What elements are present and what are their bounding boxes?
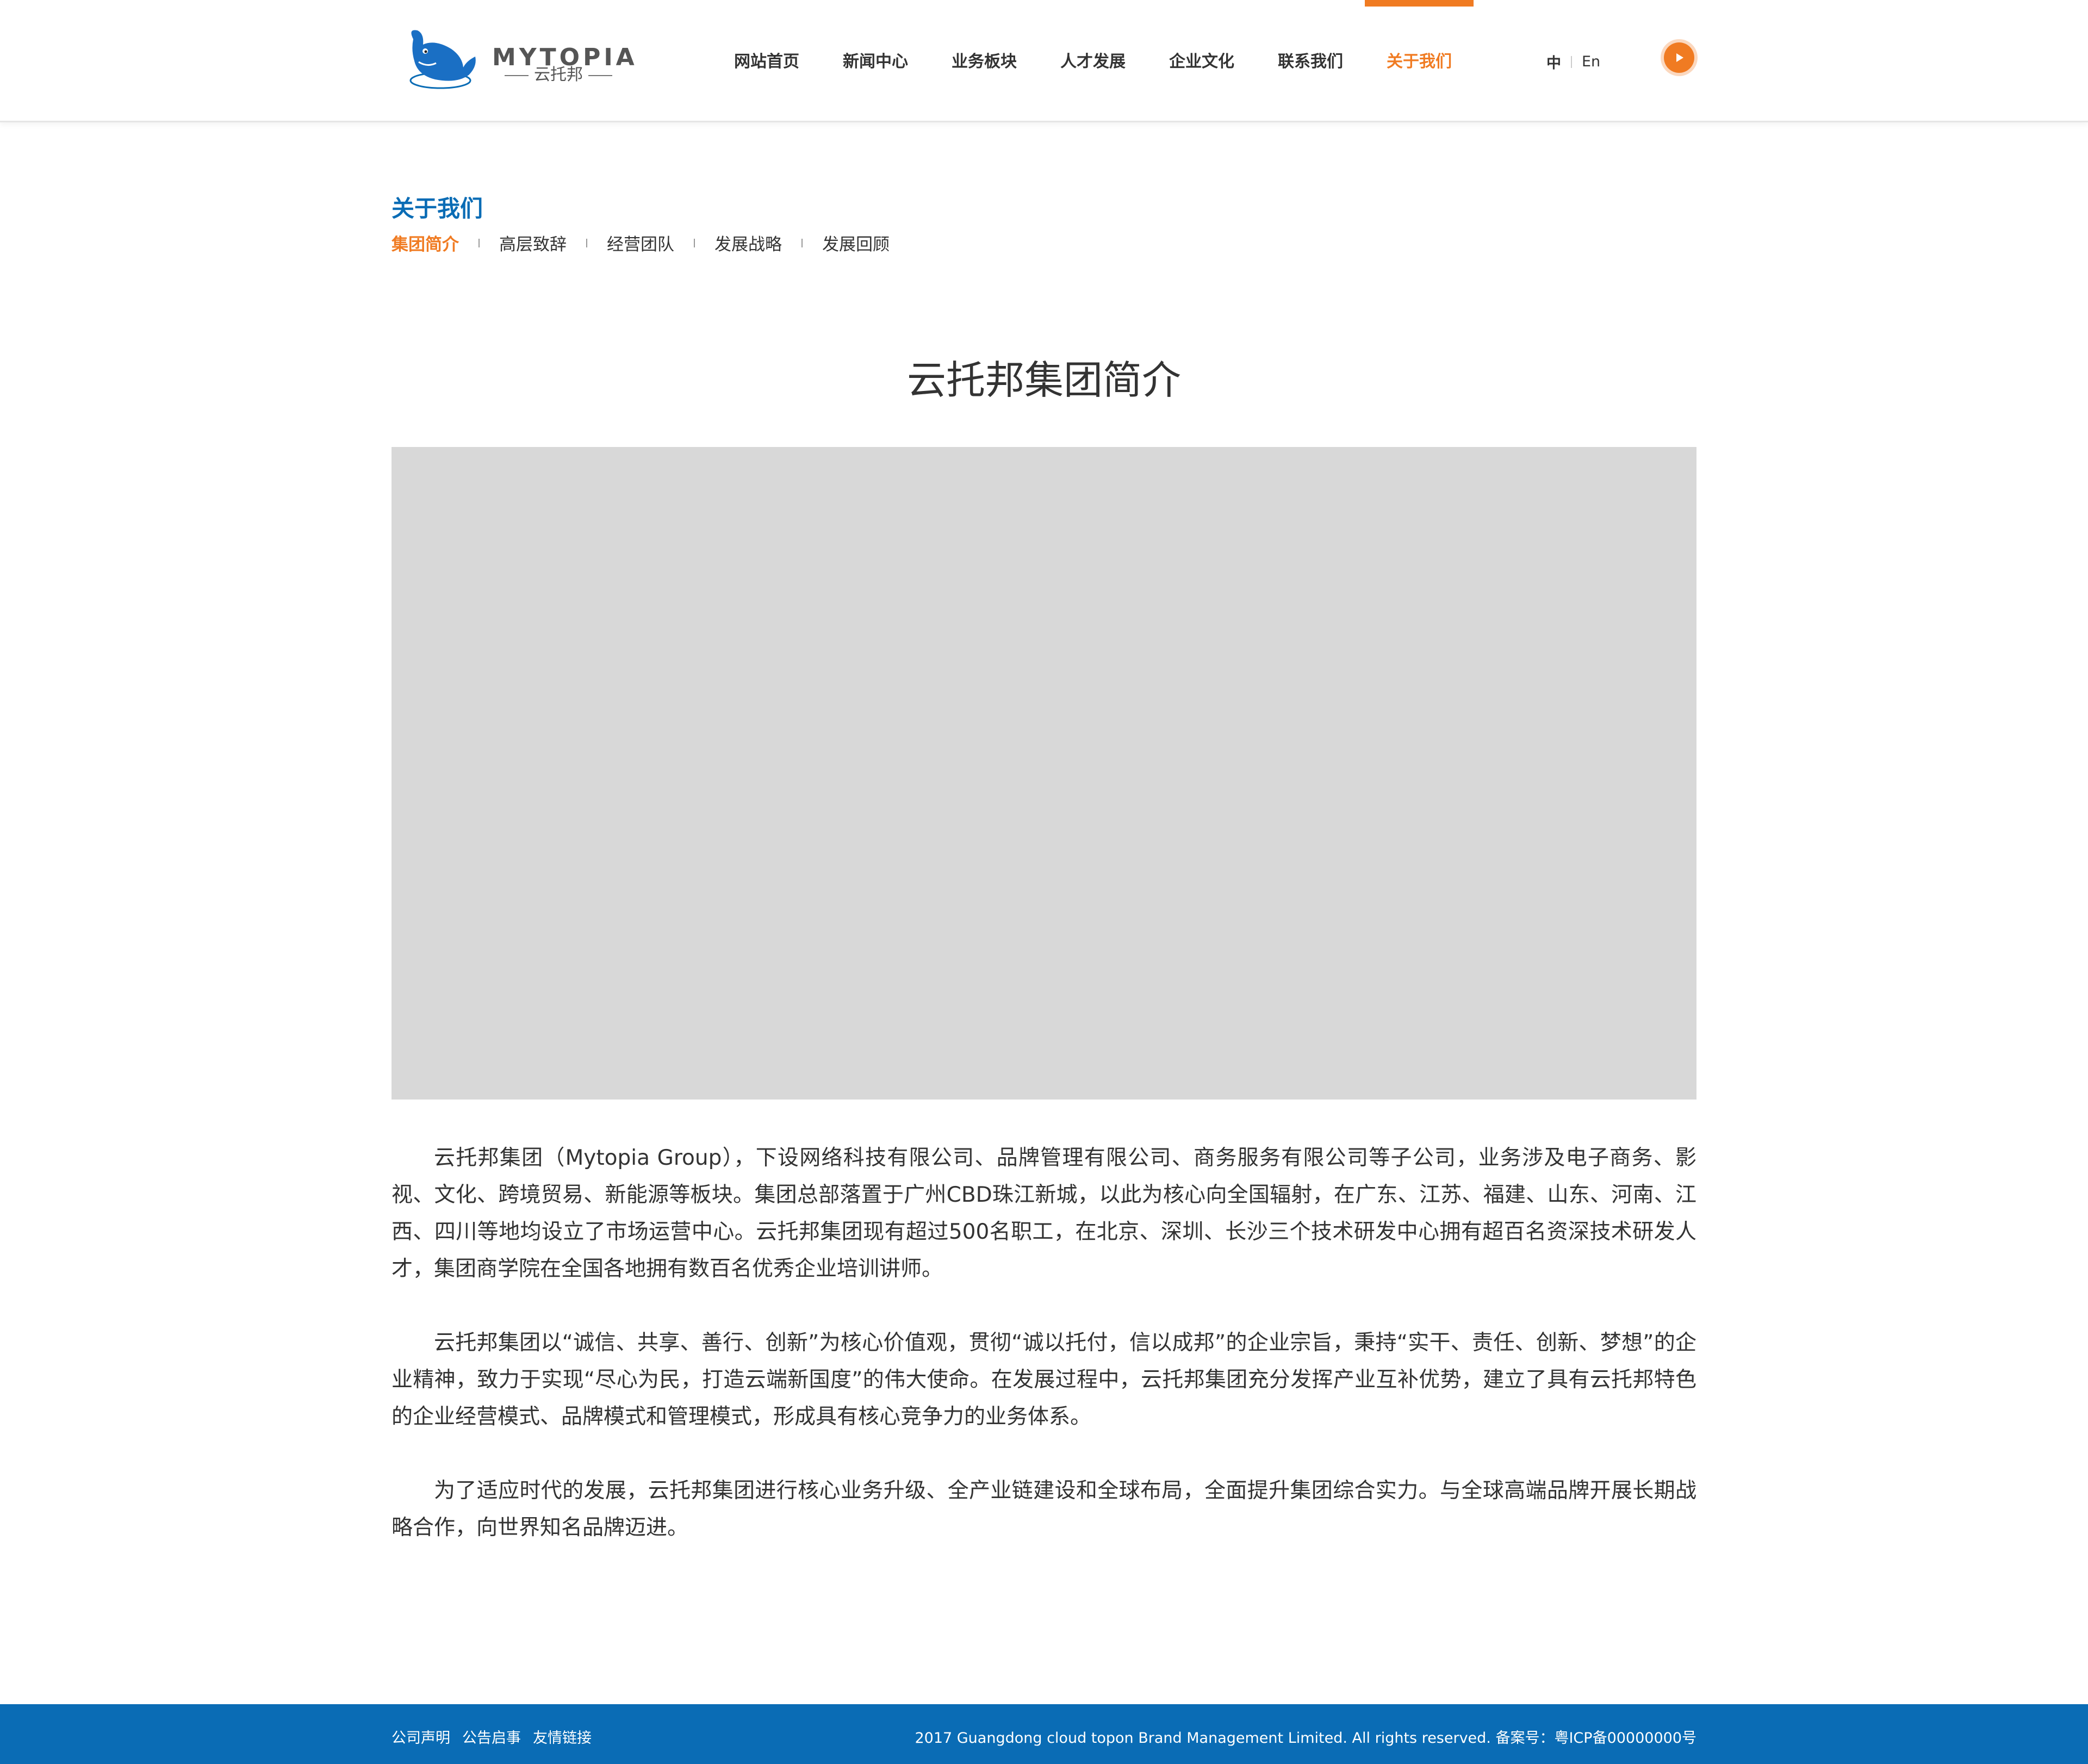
subnav-item-executive-message[interactable]: 高层致辞 bbox=[499, 231, 567, 255]
lang-zh-link[interactable]: 中 bbox=[1546, 51, 1561, 72]
footer-link-statement[interactable]: 公司声明 bbox=[391, 1726, 450, 1747]
play-button[interactable] bbox=[1664, 42, 1694, 73]
subnav-item-management-team[interactable]: 经营团队 bbox=[607, 231, 674, 255]
intro-paragraph: 云托邦集团以“诚信、共享、善行、创新”为核心价值观，贯彻“诚以托付，信以成邦”的… bbox=[391, 1331, 1696, 1429]
subnav-divider bbox=[694, 238, 695, 247]
subnav-divider bbox=[801, 238, 803, 247]
nav-item-business[interactable]: 业务板块 bbox=[930, 0, 1039, 121]
subnav-divider bbox=[586, 238, 587, 247]
copyright-text: 2017 Guangdong cloud topon Brand Managem… bbox=[915, 1730, 1696, 1747]
play-icon bbox=[1676, 53, 1683, 62]
footer-link-notices[interactable]: 公告启事 bbox=[462, 1726, 521, 1747]
footer-links: 公司声明 公告启事 友情链接 bbox=[391, 1726, 592, 1747]
nav-item-news[interactable]: 新闻中心 bbox=[821, 0, 930, 121]
nav-item-home[interactable]: 网站首页 bbox=[712, 0, 821, 121]
lang-divider bbox=[1571, 55, 1572, 68]
nav-item-about[interactable]: 关于我们 bbox=[1365, 0, 1474, 121]
subnav-item-history[interactable]: 发展回顾 bbox=[822, 231, 890, 255]
language-switcher: 中 En bbox=[1546, 51, 1600, 72]
subnav-item-strategy[interactable]: 发展战略 bbox=[714, 231, 782, 255]
intro-paragraph: 云托邦集团（Mytopia Group），下设网络科技有限公司、品牌管理有限公司… bbox=[391, 1146, 1696, 1281]
subnav-divider bbox=[478, 238, 480, 247]
page-title: 云托邦集团简介 bbox=[906, 357, 1181, 403]
nav-item-talent[interactable]: 人才发展 bbox=[1039, 0, 1147, 121]
section-title: 关于我们 bbox=[391, 195, 483, 222]
intro-content: 云托邦集团（Mytopia Group），下设网络科技有限公司、品牌管理有限公司… bbox=[391, 1140, 1696, 1583]
nav-item-culture[interactable]: 企业文化 bbox=[1147, 0, 1256, 121]
footer-link-friends[interactable]: 友情链接 bbox=[533, 1726, 592, 1747]
subnav-item-group-intro[interactable]: 集团简介 bbox=[391, 231, 459, 255]
site-header: MYTOPIA 云托邦 网站首页 新闻中心 业务板块 人才发展 企业文化 联系我… bbox=[0, 0, 2088, 122]
main-nav: 网站首页 新闻中心 业务板块 人才发展 企业文化 联系我们 关于我们 bbox=[712, 0, 1474, 121]
sub-navigation: 集团简介 高层致辞 经营团队 发展战略 发展回顾 bbox=[391, 231, 890, 255]
nav-item-contact[interactable]: 联系我们 bbox=[1256, 0, 1365, 121]
whale-logo-icon bbox=[409, 30, 476, 89]
lang-en-link[interactable]: En bbox=[1582, 53, 1600, 70]
hero-image-placeholder bbox=[391, 447, 1696, 1100]
intro-paragraph: 为了适应时代的发展，云托邦集团进行核心业务升级、全产业链建设和全球布局，全面提升… bbox=[391, 1479, 1696, 1540]
site-footer: 公司声明 公告启事 友情链接 2017 Guangdong cloud topo… bbox=[0, 1704, 2088, 1764]
logo-chinese-name: 云托邦 bbox=[499, 61, 618, 85]
